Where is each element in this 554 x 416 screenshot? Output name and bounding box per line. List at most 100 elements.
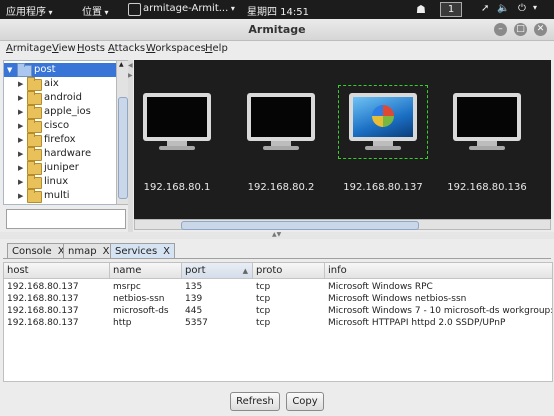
- host-node[interactable]: 192.168.80.136: [447, 87, 527, 193]
- cell-name: netbios-ssn: [113, 294, 165, 304]
- table-row[interactable]: 192.168.80.137 msrpc 135 tcp Microsoft W…: [4, 281, 552, 293]
- monitor-icon: [247, 93, 315, 141]
- tab-nmap[interactable]: nmap X: [63, 243, 115, 259]
- tree-node-aix[interactable]: ▶ aix: [4, 77, 117, 91]
- module-search-input[interactable]: [6, 209, 126, 229]
- tab-label: Services: [115, 246, 158, 257]
- horizontal-splitter[interactable]: ▲▼: [0, 231, 554, 239]
- menu-hosts[interactable]: Hosts: [77, 43, 105, 54]
- folder-icon: [27, 147, 42, 161]
- menu-view[interactable]: View: [52, 43, 76, 54]
- windows-monitor-icon: [349, 93, 417, 141]
- cell-info: Microsoft Windows netbios-ssn: [328, 294, 467, 304]
- hosts-graph-view[interactable]: 192.168.80.1 192.168.80.2 192.168.80.137…: [134, 60, 551, 219]
- host-ip-label: 192.168.80.1: [143, 182, 211, 193]
- tree-node-cisco[interactable]: ▶ cisco: [4, 119, 117, 133]
- cell-host: 192.168.80.137: [7, 282, 79, 292]
- column-header-info[interactable]: info: [325, 263, 552, 279]
- taskbar-window-button[interactable]: armitage-Armit...: [143, 3, 235, 14]
- host-node[interactable]: 192.168.80.1: [137, 87, 217, 193]
- column-header-proto[interactable]: proto: [253, 263, 325, 279]
- tab-close-button[interactable]: X: [163, 246, 170, 257]
- cell-info: Microsoft Windows 7 - 10 microsoft-ds wo…: [328, 306, 552, 316]
- tab-services[interactable]: Services X: [110, 243, 176, 259]
- top-panel: 应用程序 位置 armitage-Armit... 星期四 14:51 ☗ 1 …: [0, 0, 554, 19]
- collapse-up-icon[interactable]: ▲▼: [272, 231, 281, 238]
- tree-node-hardware[interactable]: ▶ hardware: [4, 147, 117, 161]
- tree-node-linux[interactable]: ▶ linux: [4, 175, 117, 189]
- chevron-down-icon[interactable]: ▾: [533, 3, 537, 12]
- sort-ascending-icon: ▲: [242, 267, 248, 275]
- tree-node-juniper[interactable]: ▶ juniper: [4, 161, 117, 175]
- places-menu[interactable]: 位置: [82, 3, 109, 18]
- close-button[interactable]: ✕: [534, 23, 547, 36]
- folder-icon: [27, 189, 42, 203]
- window-title: Armitage: [248, 23, 306, 36]
- network-icon[interactable]: ➚: [481, 3, 489, 14]
- column-header-host[interactable]: host: [4, 263, 110, 279]
- folder-open-icon: [17, 63, 32, 77]
- table-row[interactable]: 192.168.80.137 http 5357 tcp Microsoft H…: [4, 317, 552, 329]
- tree-node-post[interactable]: ▼ post: [4, 63, 117, 77]
- collapsed-arrow-icon[interactable]: ▶: [18, 175, 23, 189]
- cell-host: 192.168.80.137: [7, 318, 79, 328]
- cell-proto: tcp: [256, 318, 271, 328]
- host-node[interactable]: 192.168.80.2: [241, 87, 321, 193]
- applications-menu[interactable]: 应用程序: [6, 3, 53, 18]
- tab-close-button[interactable]: X: [103, 246, 110, 257]
- clock[interactable]: 星期四 14:51: [247, 3, 309, 18]
- collapse-right-icon[interactable]: ▶: [128, 72, 133, 79]
- table-row[interactable]: 192.168.80.137 netbios-ssn 139 tcp Micro…: [4, 293, 552, 305]
- collapsed-arrow-icon[interactable]: ▶: [18, 147, 23, 161]
- maximize-button[interactable]: □: [514, 23, 527, 36]
- power-icon[interactable]: ⏻: [518, 3, 526, 14]
- volume-icon[interactable]: 🔈: [497, 3, 509, 14]
- cell-port: 139: [185, 294, 203, 304]
- column-header-name[interactable]: name: [110, 263, 182, 279]
- vertical-splitter[interactable]: ◀ ▶: [128, 60, 133, 232]
- tree-node-firefox[interactable]: ▶ firefox: [4, 133, 117, 147]
- scroll-up-icon[interactable]: ▲: [119, 61, 124, 68]
- collapsed-arrow-icon[interactable]: ▶: [18, 161, 23, 175]
- host-node-selected[interactable]: 192.168.80.137: [338, 85, 428, 193]
- collapsed-arrow-icon[interactable]: ▶: [18, 119, 23, 133]
- monitor-icon: [453, 93, 521, 141]
- workspace-switcher[interactable]: 1: [440, 2, 462, 17]
- cell-port: 445: [185, 306, 203, 316]
- table-row[interactable]: 192.168.80.137 microsoft-ds 445 tcp Micr…: [4, 305, 552, 317]
- tree-node-label: post: [34, 64, 56, 75]
- tab-console[interactable]: Console X: [7, 243, 70, 259]
- services-table[interactable]: host name port ▲ proto info 192.168.80.1…: [3, 262, 553, 382]
- window-titlebar: Armitage – □ ✕: [0, 19, 554, 41]
- cell-proto: tcp: [256, 306, 271, 316]
- scrollbar-thumb[interactable]: [181, 221, 419, 230]
- tab-label: nmap: [68, 246, 97, 257]
- folder-icon: [27, 133, 42, 147]
- collapsed-arrow-icon[interactable]: ▶: [18, 105, 23, 119]
- module-tree[interactable]: ▼ post ▶ aix ▶ android ▶ apple_ios ▶ cis…: [3, 60, 118, 205]
- menu-help[interactable]: Help: [205, 43, 228, 54]
- windows-logo-icon: [372, 105, 394, 127]
- menu-attacks[interactable]: Attacks: [108, 43, 145, 54]
- collapse-left-icon[interactable]: ◀: [128, 62, 133, 69]
- collapsed-arrow-icon[interactable]: ▶: [18, 91, 23, 105]
- hosts-horizontal-scrollbar[interactable]: [134, 219, 551, 230]
- tree-node-android[interactable]: ▶ android: [4, 91, 117, 105]
- menu-workspaces[interactable]: Workspaces: [146, 43, 206, 54]
- column-header-port[interactable]: port ▲: [182, 263, 253, 279]
- tree-node-apple-ios[interactable]: ▶ apple_ios: [4, 105, 117, 119]
- column-label: port: [185, 265, 206, 276]
- menu-armitage[interactable]: Armitage: [6, 43, 52, 54]
- cell-host: 192.168.80.137: [7, 306, 79, 316]
- collapsed-arrow-icon[interactable]: ▶: [18, 133, 23, 147]
- tree-node-multi[interactable]: ▶ multi: [4, 189, 117, 203]
- copy-button[interactable]: Copy: [286, 392, 324, 411]
- collapsed-arrow-icon[interactable]: ▶: [18, 189, 23, 203]
- folder-icon: [27, 119, 42, 133]
- refresh-button[interactable]: Refresh: [230, 392, 280, 411]
- minimize-button[interactable]: –: [494, 23, 507, 36]
- tab-label: Console: [12, 246, 52, 257]
- puzzle-icon[interactable]: ☗: [416, 3, 426, 16]
- expand-arrow-icon[interactable]: ▼: [7, 63, 12, 77]
- collapsed-arrow-icon[interactable]: ▶: [18, 77, 23, 91]
